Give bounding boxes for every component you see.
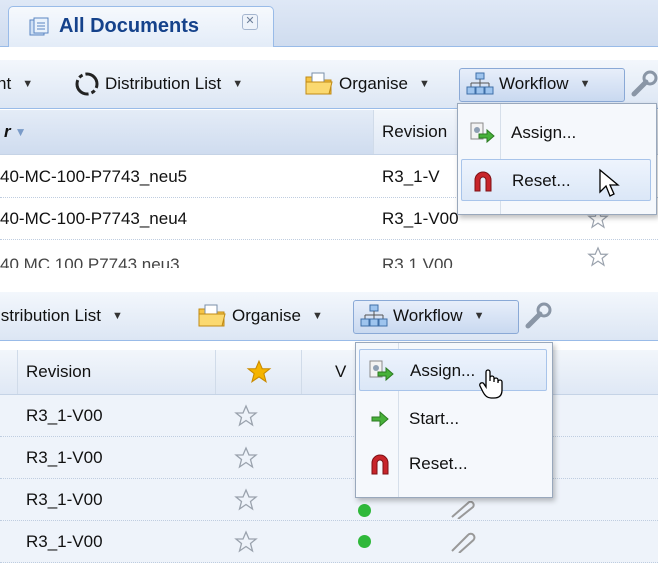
top-panel: All Documents ✕ nt ▼ Distribution List ▼ xyxy=(0,0,658,268)
menu-item-label: Assign... xyxy=(410,361,476,380)
settings-button[interactable] xyxy=(630,60,658,108)
menu-item-assign[interactable]: Assign... xyxy=(359,349,547,399)
menu-item-label: Start... xyxy=(409,409,460,428)
distribution-list-label: Distribution List xyxy=(105,74,222,93)
chevron-down-icon: ▼ xyxy=(579,78,591,90)
star-filled-icon xyxy=(246,359,271,384)
wrench-icon xyxy=(631,70,658,97)
organise-button[interactable]: Organise ▼ xyxy=(304,60,430,108)
workflow-tree-icon xyxy=(360,304,388,327)
assign-icon xyxy=(369,360,394,382)
workflow-menu: Assign... Start... Reset... xyxy=(355,342,553,498)
distribution-list-button[interactable]: Distribution List ▼ xyxy=(74,60,243,108)
workflow-menu: Assign... Reset... xyxy=(457,103,657,215)
star-outline-icon[interactable] xyxy=(586,246,610,268)
workflow-button[interactable]: Workflow ▼ xyxy=(360,292,484,340)
column-header-revision-label: Revision xyxy=(26,362,92,381)
chevron-down-icon: ▼ xyxy=(111,310,123,322)
sort-arrow-icon: ▼ xyxy=(14,125,27,139)
cell-name: 40-MC-100-P7743_neu4 xyxy=(0,208,188,228)
settings-button[interactable] xyxy=(524,292,552,340)
chevron-down-icon: ▼ xyxy=(473,310,485,322)
organise-label: Organise xyxy=(339,74,408,93)
menu-item-assign[interactable]: Assign... xyxy=(461,112,651,154)
menu-item-label: Assign... xyxy=(511,123,577,142)
toolbar: istribution List ▼ Organise ▼ Workflow ▼ xyxy=(0,292,658,341)
cell-name: 40 MC 100 P7743 neu3 xyxy=(0,254,180,269)
arrow-right-icon xyxy=(371,410,389,428)
folder-icon xyxy=(198,304,226,327)
toolbar-partial-button[interactable]: nt ▼ xyxy=(0,60,33,108)
chevron-down-icon: ▼ xyxy=(418,78,430,90)
grid-header: Revision V xyxy=(0,350,658,395)
assign-icon xyxy=(470,122,495,144)
magnet-reset-icon xyxy=(474,171,492,192)
paperclip-icon[interactable] xyxy=(448,531,478,553)
tab-strip: All Documents ✕ xyxy=(0,0,658,47)
cursor-arrow-icon xyxy=(599,168,620,197)
tab-all-documents[interactable]: All Documents ✕ xyxy=(8,6,274,47)
workflow-label: Workflow xyxy=(499,74,569,93)
table-row[interactable]: R3_1-V00 xyxy=(0,479,658,521)
cell-revision: R3_1-V00 xyxy=(26,405,103,425)
magnet-reset-icon xyxy=(371,454,389,475)
paperclip-icon[interactable] xyxy=(448,501,478,519)
column-header-left-edge xyxy=(0,350,18,394)
menu-item-label: Reset... xyxy=(409,454,468,473)
distribution-list-button[interactable]: istribution List ▼ xyxy=(0,292,123,340)
tab-label: All Documents xyxy=(59,15,200,37)
cell-name: 40-MC-100-P7743_neu5 xyxy=(0,166,188,186)
organise-button[interactable]: Organise ▼ xyxy=(197,292,323,340)
column-header-favorite[interactable] xyxy=(216,350,302,394)
column-header-revision-label: Revision xyxy=(382,122,448,141)
menu-item-label: Reset... xyxy=(512,171,571,190)
organise-label: Organise xyxy=(232,306,301,325)
workflow-button[interactable]: Workflow ▼ xyxy=(466,60,590,108)
table-row[interactable]: R3_1-V00 xyxy=(0,395,658,437)
menu-item-reset[interactable]: Reset... xyxy=(461,159,651,201)
toolbar: nt ▼ Distribution List ▼ Organise ▼ Work… xyxy=(0,60,658,109)
workflow-tree-icon xyxy=(466,72,494,95)
cell-revision: R3_1-V xyxy=(382,166,440,186)
close-icon[interactable]: ✕ xyxy=(242,14,258,30)
star-outline-icon[interactable] xyxy=(233,530,259,554)
chevron-down-icon: ▼ xyxy=(22,78,34,90)
toolbar-partial-label: nt xyxy=(0,74,12,93)
cell-revision: R3_1-V00 xyxy=(382,208,459,228)
cell-revision: R3 1 V00 xyxy=(382,254,453,269)
panel-divider xyxy=(0,268,658,292)
chevron-down-icon: ▼ xyxy=(232,78,244,90)
column-header-version-label: V xyxy=(335,362,347,381)
menu-item-start[interactable]: Start... xyxy=(359,398,547,440)
cell-revision: R3_1-V00 xyxy=(26,447,103,467)
column-header-name-label: r xyxy=(4,122,11,141)
distribution-list-label: istribution List xyxy=(0,306,101,325)
status-dot xyxy=(358,501,371,519)
column-header-revision[interactable]: Revision xyxy=(18,350,216,394)
refresh-circle-icon xyxy=(75,72,99,96)
star-outline-icon[interactable] xyxy=(233,446,259,470)
table-row[interactable]: 40 MC 100 P7743 neu3 R3 1 V00 xyxy=(0,240,658,268)
table-row[interactable]: R3_1-V00 xyxy=(0,437,658,479)
cell-revision: R3_1-V00 xyxy=(26,531,103,551)
folder-icon xyxy=(305,72,333,95)
chevron-down-icon: ▼ xyxy=(311,310,323,322)
column-header-name[interactable]: r ▼ xyxy=(0,110,374,154)
workflow-label: Workflow xyxy=(393,306,463,325)
status-dot xyxy=(358,521,371,562)
star-outline-icon[interactable] xyxy=(233,488,259,512)
cell-revision: R3_1-V00 xyxy=(26,489,103,509)
menu-item-reset[interactable]: Reset... xyxy=(359,443,547,485)
bottom-panel: istribution List ▼ Organise ▼ Workflow ▼… xyxy=(0,292,658,572)
star-outline-icon[interactable] xyxy=(233,404,259,428)
wrench-icon xyxy=(525,302,552,329)
table-row[interactable]: R3_1-V00 xyxy=(0,521,658,563)
documents-icon xyxy=(29,17,49,36)
cursor-hand-icon xyxy=(479,369,503,399)
